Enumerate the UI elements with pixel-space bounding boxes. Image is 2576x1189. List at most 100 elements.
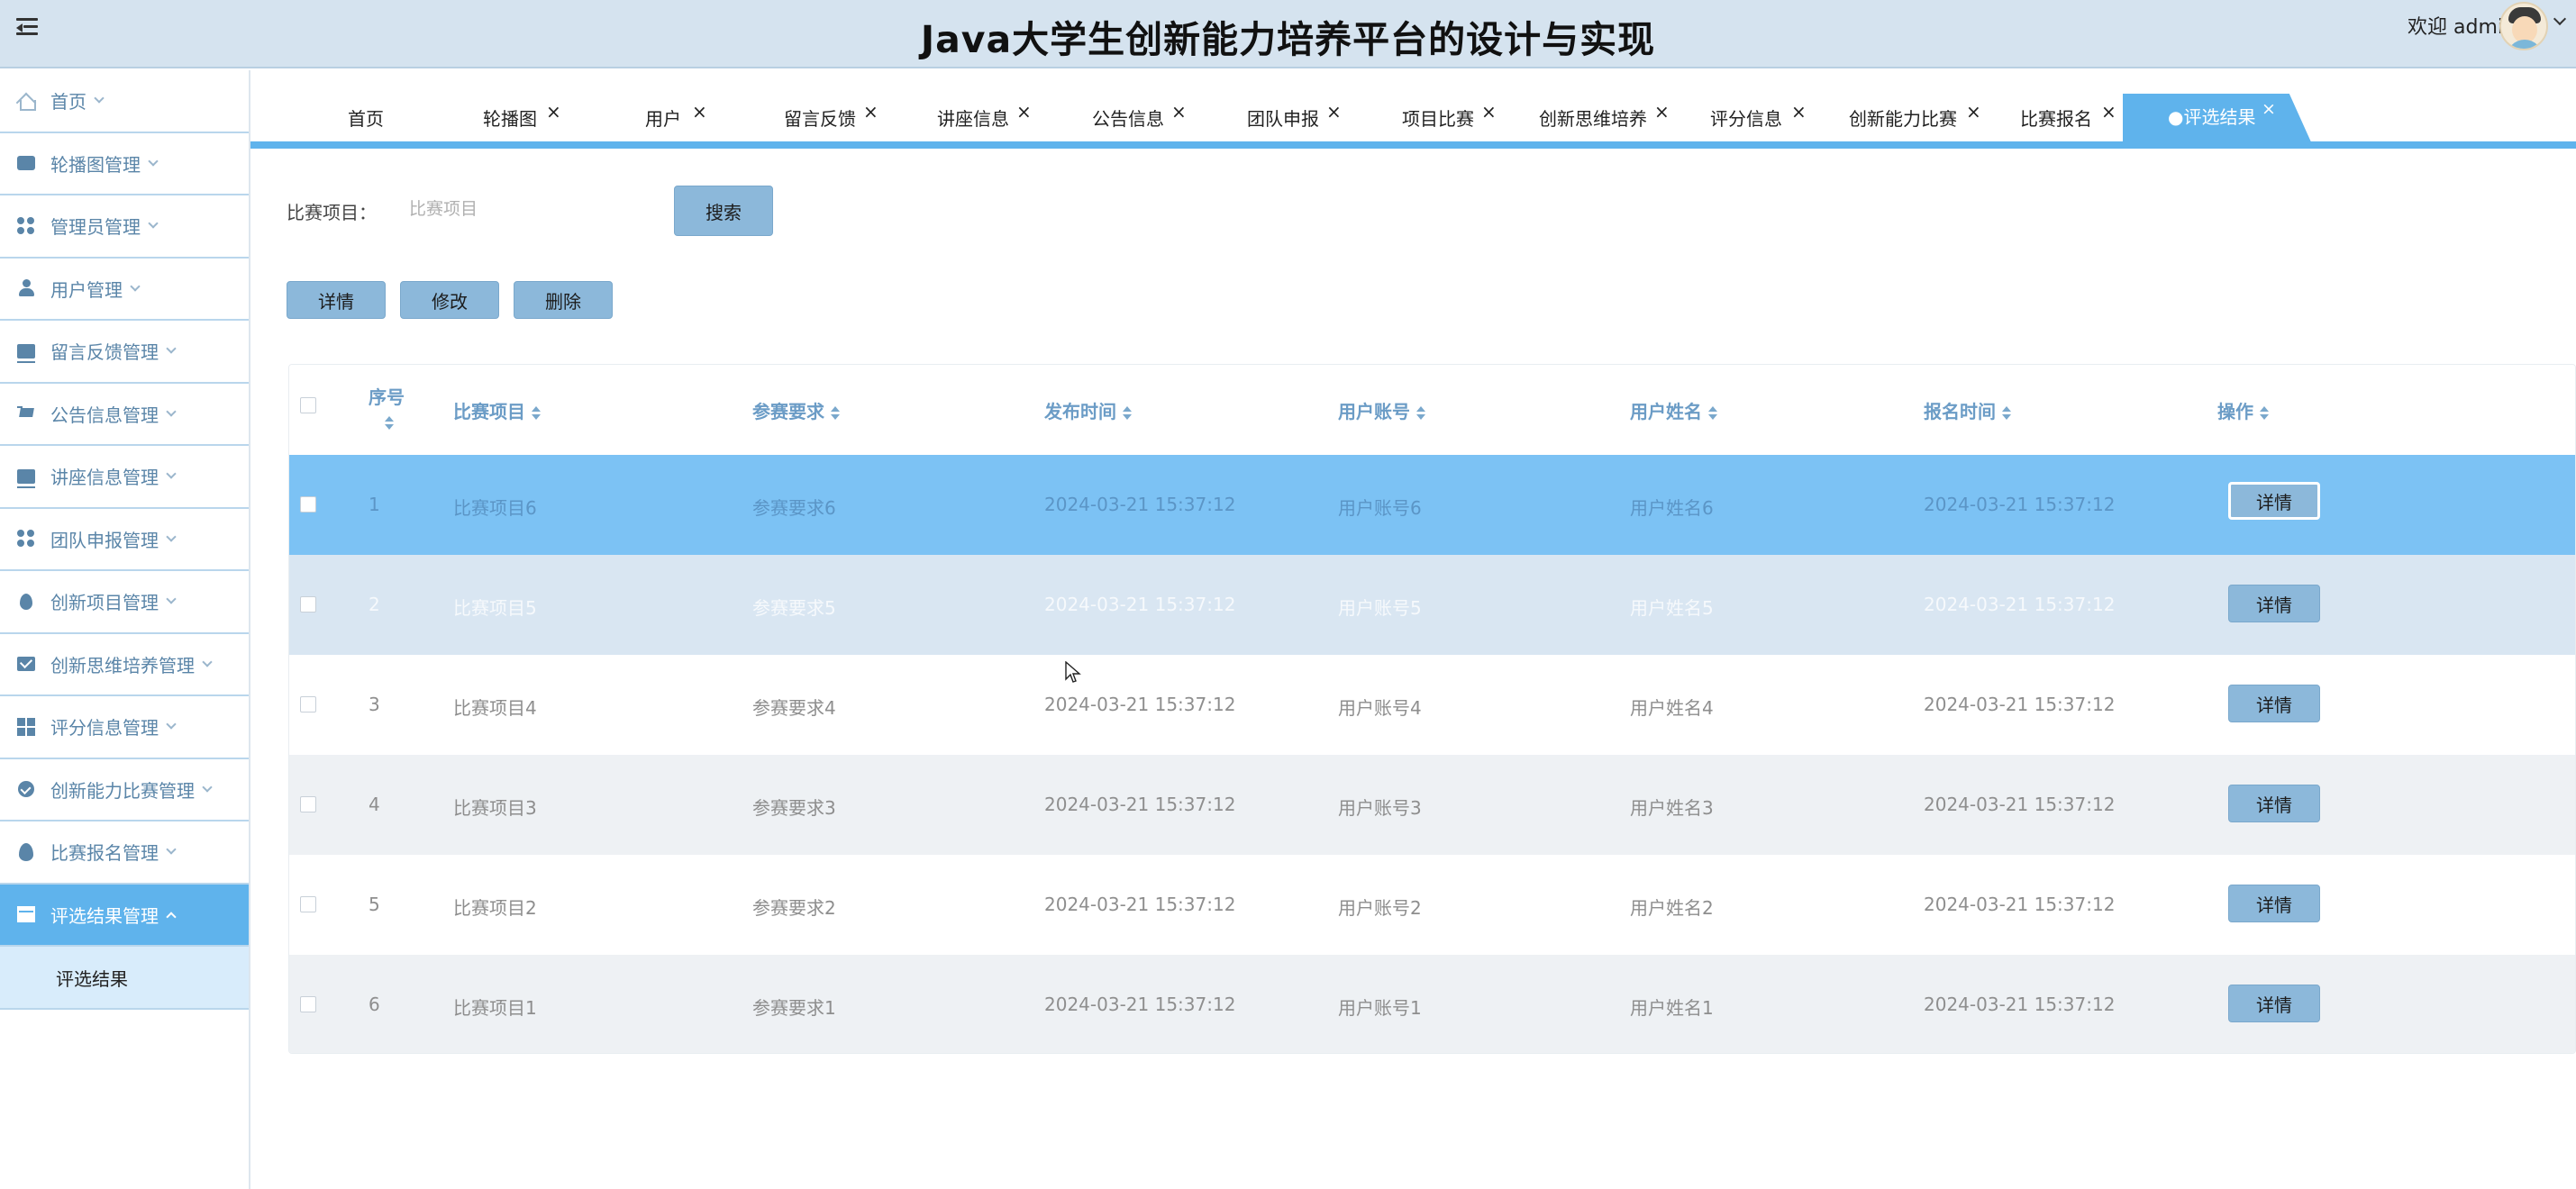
col-header-project[interactable]: 比赛项目 — [453, 397, 542, 423]
cell-requirement: 参赛要求5 — [752, 597, 836, 619]
col-header-operation[interactable]: 操作 — [2217, 397, 2270, 423]
tab-label: 轮播图 — [483, 108, 537, 130]
tab-project[interactable]: 项目比赛 — [1402, 104, 1474, 137]
sort-icon[interactable] — [1122, 405, 1133, 422]
sort-icon[interactable] — [830, 405, 841, 422]
sidebar-item-user[interactable]: 用户管理 — [0, 259, 249, 321]
sort-icon[interactable] — [1415, 405, 1426, 422]
row-detail-button[interactable]: 详情 — [2228, 685, 2320, 722]
sidebar-item-admin[interactable]: 管理员管理 — [0, 195, 249, 259]
tab-close-carousel[interactable]: × — [546, 101, 561, 133]
tab-lecture[interactable]: 讲座信息 — [937, 104, 1009, 137]
cell-signup-time: 2024-03-21 15:37:12 — [1924, 694, 2116, 715]
avatar[interactable] — [2499, 2, 2548, 50]
tab-team[interactable]: 团队申报 — [1247, 104, 1319, 137]
detail-button[interactable]: 详情 — [287, 281, 386, 319]
close-icon: × — [1171, 101, 1187, 123]
row-checkbox[interactable] — [300, 996, 316, 1012]
sidebar-item-notice[interactable]: 公告信息管理 — [0, 384, 249, 446]
tab-result[interactable]: ●评选结果 — [2168, 103, 2255, 129]
cell-project: 比赛项目5 — [453, 597, 537, 619]
tab-score[interactable]: 评分信息 — [1710, 104, 1782, 137]
sidebar-item-score[interactable]: 评分信息管理 — [0, 696, 249, 759]
sidebar-subitem-result[interactable]: 评选结果 — [0, 947, 249, 1010]
col-header-name[interactable]: 用户姓名 — [1630, 397, 1718, 423]
cell-account: 用户账号6 — [1338, 497, 1422, 519]
col-header-requirement[interactable]: 参赛要求 — [752, 397, 841, 423]
cell-no: 5 — [369, 894, 380, 915]
sidebar-item-lecture[interactable]: 讲座信息管理 — [0, 446, 249, 509]
tab-close-thinking[interactable]: × — [1654, 101, 1670, 133]
cell-no: 3 — [369, 694, 380, 715]
tab-close-signup[interactable]: × — [2101, 101, 2116, 133]
tab-close-team[interactable]: × — [1326, 101, 1342, 133]
table-row[interactable]: 4 比赛项目3 参赛要求3 2024-03-21 15:37:12 用户账号3 … — [289, 755, 2575, 855]
tab-notice[interactable]: 公告信息 — [1092, 104, 1164, 137]
row-detail-button[interactable]: 详情 — [2228, 785, 2320, 822]
tab-thinking[interactable]: 创新思维培养 — [1539, 104, 1647, 137]
delete-button[interactable]: 删除 — [514, 281, 613, 319]
cell-requirement: 参赛要求1 — [752, 997, 836, 1019]
tab-close-notice[interactable]: × — [1171, 101, 1187, 133]
sidebar-item-home[interactable]: 首页 — [0, 70, 249, 133]
col-header-account[interactable]: 用户账号 — [1338, 397, 1426, 423]
select-all-checkbox[interactable] — [300, 397, 316, 413]
row-checkbox[interactable] — [300, 896, 316, 912]
table-row[interactable]: 1 比赛项目6 参赛要求6 2024-03-21 15:37:12 用户账号6 … — [289, 455, 2575, 555]
sidebar-item-label: 留言反馈管理 — [50, 341, 159, 364]
tab-label: 评分信息 — [1710, 108, 1782, 130]
col-header-signup-time[interactable]: 报名时间 — [1924, 397, 2012, 423]
sidebar-item-signup[interactable]: 比赛报名管理 — [0, 821, 249, 885]
table-row[interactable]: 2 比赛项目5 参赛要求5 2024-03-21 15:37:12 用户账号5 … — [289, 555, 2575, 655]
sidebar-item-carousel[interactable]: 轮播图管理 — [0, 133, 249, 195]
row-checkbox[interactable] — [300, 696, 316, 712]
tab-home[interactable]: 首页 — [348, 104, 384, 137]
tab-contest[interactable]: 创新能力比赛 — [1849, 104, 1957, 137]
sidebar-item-feedback[interactable]: 留言反馈管理 — [0, 321, 249, 384]
tab-feedback[interactable]: 留言反馈 — [784, 104, 856, 137]
table-row[interactable]: 6 比赛项目1 参赛要求1 2024-03-21 15:37:12 用户账号1 … — [289, 955, 2575, 1053]
row-detail-button[interactable]: 详情 — [2228, 985, 2320, 1022]
tab-close-lecture[interactable]: × — [1016, 101, 1032, 133]
sidebar-item-result[interactable]: 评选结果管理 — [0, 884, 249, 947]
sidebar-item-label: 管理员管理 — [50, 216, 141, 239]
tab-user[interactable]: 用户 — [645, 104, 681, 137]
sort-icon[interactable] — [384, 415, 395, 431]
tab-close-score[interactable]: × — [1791, 101, 1807, 133]
sidebar-item-thinking[interactable]: 创新思维培养管理 — [0, 634, 249, 696]
cell-project: 比赛项目4 — [453, 697, 537, 719]
tab-close-result[interactable]: × — [2262, 99, 2276, 119]
search-button[interactable]: 搜索 — [674, 186, 773, 236]
row-detail-button[interactable]: 详情 — [2228, 885, 2320, 922]
sidebar-item-team[interactable]: 团队申报管理 — [0, 509, 249, 571]
row-detail-button[interactable]: 详情 — [2228, 482, 2320, 520]
table-row[interactable]: 5 比赛项目2 参赛要求2 2024-03-21 15:37:12 用户账号2 … — [289, 855, 2575, 955]
row-detail-button[interactable]: 详情 — [2228, 585, 2320, 622]
row-checkbox[interactable] — [300, 496, 316, 513]
sort-icon[interactable] — [2001, 405, 2012, 422]
tab-carousel[interactable]: 轮播图 — [483, 104, 537, 137]
mouse-cursor-icon — [1065, 661, 1081, 683]
tab-label: 用户 — [645, 108, 681, 130]
tab-close-user[interactable]: × — [692, 101, 707, 133]
col-header-no[interactable]: 序号 — [369, 383, 405, 431]
search-input[interactable] — [396, 189, 649, 229]
sort-icon[interactable] — [1707, 405, 1718, 422]
edit-button[interactable]: 修改 — [400, 281, 499, 319]
tab-signup[interactable]: 比赛报名 — [2020, 104, 2092, 137]
sidebar-item-project[interactable]: 创新项目管理 — [0, 571, 249, 634]
sort-icon[interactable] — [531, 405, 542, 422]
sidebar-item-contest[interactable]: 创新能力比赛管理 — [0, 759, 249, 821]
tab-close-contest[interactable]: × — [1966, 101, 1981, 133]
row-checkbox[interactable] — [300, 596, 316, 613]
tab-close-project[interactable]: × — [1481, 101, 1497, 133]
contest-icon — [16, 779, 36, 799]
tab-close-feedback[interactable]: × — [863, 101, 878, 133]
row-checkbox[interactable] — [300, 796, 316, 812]
sort-icon[interactable] — [2259, 405, 2270, 422]
cell-signup-time: 2024-03-21 15:37:12 — [1924, 594, 2116, 615]
cell-no: 2 — [369, 594, 380, 615]
col-header-publish-time[interactable]: 发布时间 — [1044, 397, 1133, 423]
table-row[interactable]: 3 比赛项目4 参赛要求4 2024-03-21 15:37:12 用户账号4 … — [289, 655, 2575, 755]
sidebar-subitem-label: 评选结果 — [56, 967, 128, 990]
